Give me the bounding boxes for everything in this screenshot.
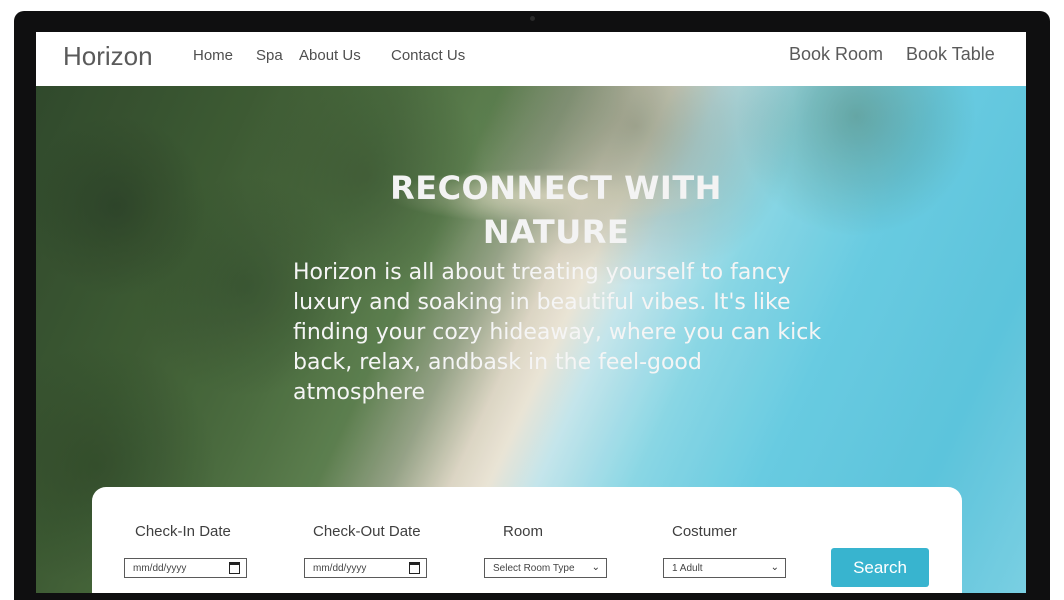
navbar: Horizon Home Spa About Us Contact Us Boo… [36, 32, 1026, 86]
hero-title: RECONNECT WITH NATURE [390, 169, 722, 251]
nav-link-book-table[interactable]: Book Table [906, 44, 995, 65]
room-label: Room [503, 523, 544, 540]
customer-label: Costumer [672, 523, 738, 540]
checkin-label: Check-In Date [135, 523, 231, 540]
checkout-label: Check-Out Date [313, 523, 421, 540]
room-type-value: Select Room Type [493, 562, 575, 574]
calendar-icon[interactable] [229, 562, 240, 574]
checkin-date-value: mm/dd/yyyy [133, 562, 187, 574]
nav-link-home[interactable]: Home [193, 47, 233, 64]
checkout-date-input[interactable]: mm/dd/yyyy [304, 558, 427, 578]
customer-value: 1 Adult [672, 562, 703, 574]
device-frame: Horizon Home Spa About Us Contact Us Boo… [14, 11, 1050, 600]
booking-panel: Check-In Date mm/dd/yyyy Check-Out Date … [92, 487, 962, 593]
customer-select[interactable]: 1 Adult ⌄ [663, 558, 786, 578]
nav-link-book-room[interactable]: Book Room [789, 44, 883, 65]
screen: Horizon Home Spa About Us Contact Us Boo… [36, 32, 1026, 593]
checkout-date-value: mm/dd/yyyy [313, 562, 367, 574]
search-button[interactable]: Search [831, 548, 929, 587]
calendar-icon[interactable] [409, 562, 420, 574]
chevron-down-icon: ⌄ [770, 562, 779, 573]
camera-dot [530, 16, 535, 21]
chevron-down-icon: ⌄ [591, 562, 600, 573]
nav-link-contact-us[interactable]: Contact Us [391, 47, 465, 64]
nav-link-about-us[interactable]: About Us [299, 47, 361, 64]
hero-description: Horizon is all about treating yourself t… [293, 260, 822, 405]
nav-link-spa[interactable]: Spa [256, 47, 283, 64]
room-type-select[interactable]: Select Room Type ⌄ [484, 558, 607, 578]
logo[interactable]: Horizon [63, 41, 153, 72]
hero-section: RECONNECT WITH NATURE Horizon is all abo… [36, 86, 1026, 593]
checkin-date-input[interactable]: mm/dd/yyyy [124, 558, 247, 578]
